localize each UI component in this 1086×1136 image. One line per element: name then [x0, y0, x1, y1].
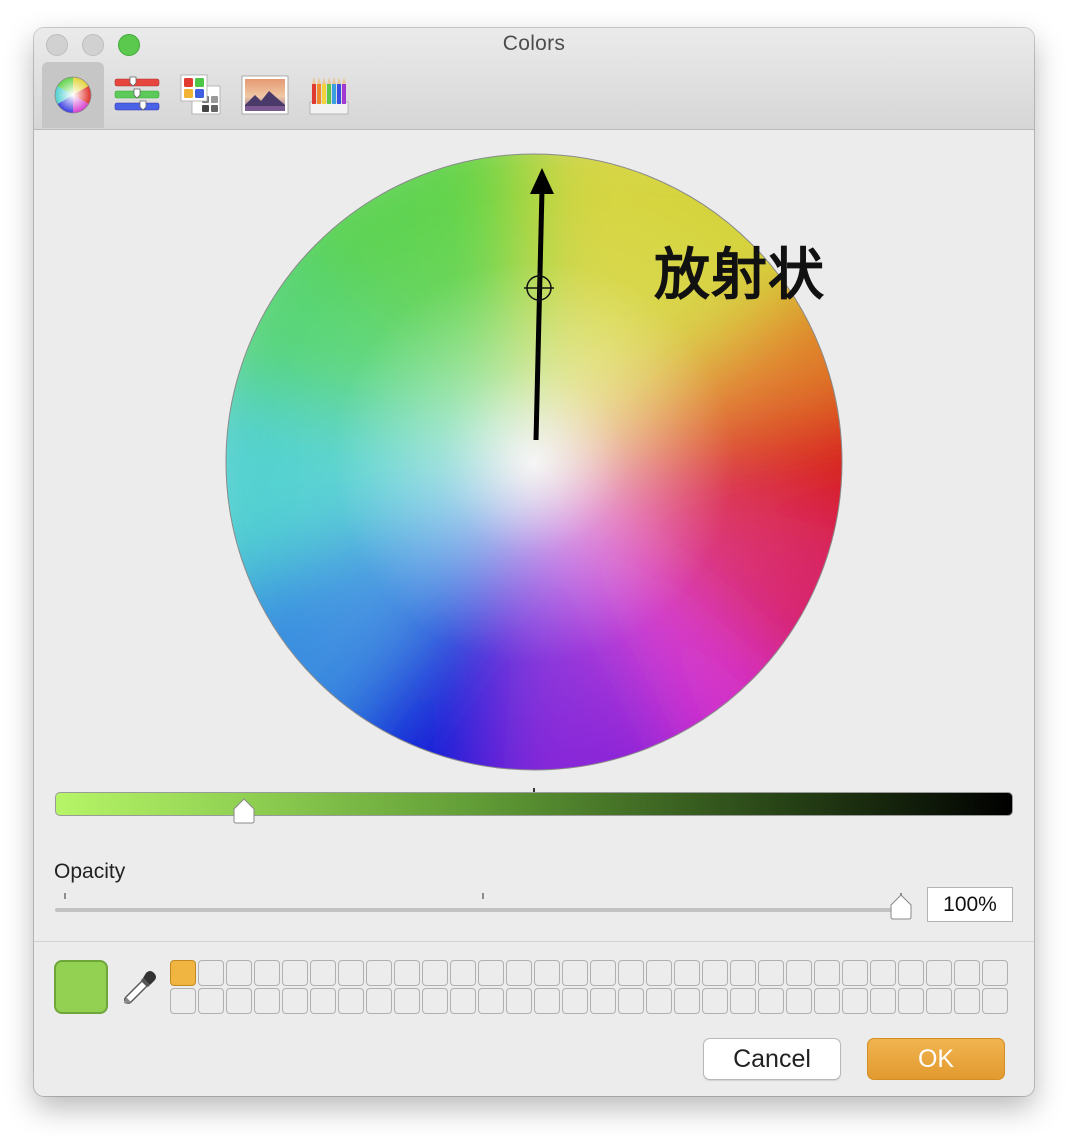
- saved-swatch-cell[interactable]: [674, 960, 700, 986]
- saved-swatch-cell[interactable]: [842, 960, 868, 986]
- saved-swatch-cell[interactable]: [954, 960, 980, 986]
- saved-swatch-cell[interactable]: [170, 988, 196, 1014]
- saved-swatch-cell[interactable]: [814, 988, 840, 1014]
- brightness-slider[interactable]: [55, 792, 1013, 816]
- saved-swatch-cell[interactable]: [814, 960, 840, 986]
- saved-swatch-cell[interactable]: [562, 988, 588, 1014]
- ok-button[interactable]: OK: [867, 1038, 1005, 1080]
- saved-swatch-cell[interactable]: [590, 988, 616, 1014]
- window-title: Colors: [502, 32, 566, 55]
- saved-swatch-cell[interactable]: [618, 988, 644, 1014]
- saved-swatch-cell[interactable]: [198, 960, 224, 986]
- saved-swatch-cell[interactable]: [954, 988, 980, 1014]
- saved-swatch-cell[interactable]: [338, 988, 364, 1014]
- title-bar: Colors: [34, 28, 1034, 130]
- saved-swatch-cell[interactable]: [926, 988, 952, 1014]
- saved-swatch-cell[interactable]: [226, 960, 252, 986]
- saved-swatch-cell[interactable]: [534, 988, 560, 1014]
- saved-swatch-cell[interactable]: [926, 960, 952, 986]
- saved-swatch-cell[interactable]: [534, 960, 560, 986]
- opacity-label: Opacity: [54, 860, 126, 883]
- radial-annotation-label: 放射状: [654, 243, 825, 308]
- color-wheel-area: 放射状: [34, 130, 1034, 790]
- saved-swatch-cell[interactable]: [422, 960, 448, 986]
- opacity-tick: [64, 893, 66, 899]
- saved-swatch-cell[interactable]: [198, 988, 224, 1014]
- color-wheel[interactable]: [34, 130, 1034, 790]
- opacity-tick: [482, 893, 484, 899]
- saved-swatch-cell[interactable]: [646, 988, 672, 1014]
- saved-swatch-cell[interactable]: [590, 960, 616, 986]
- saved-swatch-cell[interactable]: [898, 988, 924, 1014]
- saved-swatch-cell[interactable]: [982, 988, 1008, 1014]
- tab-color-wheel[interactable]: [42, 62, 104, 128]
- saved-swatch-cell[interactable]: [618, 960, 644, 986]
- brightness-slider-thumb[interactable]: [233, 798, 255, 824]
- saved-swatch-cell[interactable]: [898, 960, 924, 986]
- saved-swatch-cell[interactable]: [478, 988, 504, 1014]
- saved-swatch-cell[interactable]: [366, 988, 392, 1014]
- tab-color-sliders[interactable]: [106, 62, 168, 128]
- saved-swatch-cell[interactable]: [254, 960, 280, 986]
- saved-swatch-cell[interactable]: [758, 960, 784, 986]
- saved-swatch-cell[interactable]: [730, 988, 756, 1014]
- saved-swatch-cell[interactable]: [422, 988, 448, 1014]
- saved-swatch-cell[interactable]: [870, 988, 896, 1014]
- saved-swatch-cell[interactable]: [562, 960, 588, 986]
- opacity-slider[interactable]: [55, 908, 901, 912]
- tab-color-palettes[interactable]: [170, 62, 232, 128]
- saved-swatch-cell[interactable]: [310, 960, 336, 986]
- saved-swatch-cell[interactable]: [170, 960, 196, 986]
- saved-swatch-cell[interactable]: [702, 960, 728, 986]
- saved-swatch-cell[interactable]: [506, 988, 532, 1014]
- saved-swatch-cell[interactable]: [338, 960, 364, 986]
- color-sliders-icon: [114, 76, 160, 111]
- saved-swatch-cell[interactable]: [702, 988, 728, 1014]
- cancel-button[interactable]: Cancel: [703, 1038, 841, 1080]
- saved-swatch-cell[interactable]: [730, 960, 756, 986]
- colors-window: Colors 放射状 Opacity 100% Cancel OK: [34, 28, 1034, 1096]
- saved-swatch-cell[interactable]: [506, 960, 532, 986]
- saved-swatch-cell[interactable]: [450, 960, 476, 986]
- saved-swatch-cell[interactable]: [366, 960, 392, 986]
- saved-swatch-cell[interactable]: [870, 960, 896, 986]
- saved-swatch-cell[interactable]: [786, 988, 812, 1014]
- tab-pencils[interactable]: [298, 62, 360, 128]
- saved-swatches-grid: [170, 960, 1008, 1014]
- image-palettes-icon: [241, 75, 289, 115]
- color-palettes-icon: [180, 74, 221, 115]
- eyedropper-icon[interactable]: [122, 970, 158, 1006]
- color-wheel-icon: [54, 76, 92, 114]
- opacity-slider-thumb[interactable]: [890, 894, 912, 920]
- saved-swatch-cell[interactable]: [394, 960, 420, 986]
- saved-swatch-cell[interactable]: [282, 988, 308, 1014]
- saved-swatch-cell[interactable]: [758, 988, 784, 1014]
- saved-swatch-cell[interactable]: [646, 960, 672, 986]
- separator: [34, 941, 1034, 942]
- saved-swatch-cell[interactable]: [478, 960, 504, 986]
- saved-swatch-cell[interactable]: [674, 988, 700, 1014]
- opacity-value-field[interactable]: 100%: [927, 887, 1013, 922]
- saved-swatch-cell[interactable]: [982, 960, 1008, 986]
- saved-swatch-cell[interactable]: [450, 988, 476, 1014]
- saved-swatch-cell[interactable]: [282, 960, 308, 986]
- pencils-icon: [309, 77, 349, 115]
- saved-swatch-cell[interactable]: [842, 988, 868, 1014]
- saved-swatch-cell[interactable]: [226, 988, 252, 1014]
- saved-swatch-cell[interactable]: [394, 988, 420, 1014]
- saved-swatch-cell[interactable]: [786, 960, 812, 986]
- saved-swatch-cell[interactable]: [254, 988, 280, 1014]
- saved-swatch-cell[interactable]: [310, 988, 336, 1014]
- tab-image-palettes[interactable]: [234, 62, 296, 128]
- current-color-swatch[interactable]: [54, 960, 108, 1014]
